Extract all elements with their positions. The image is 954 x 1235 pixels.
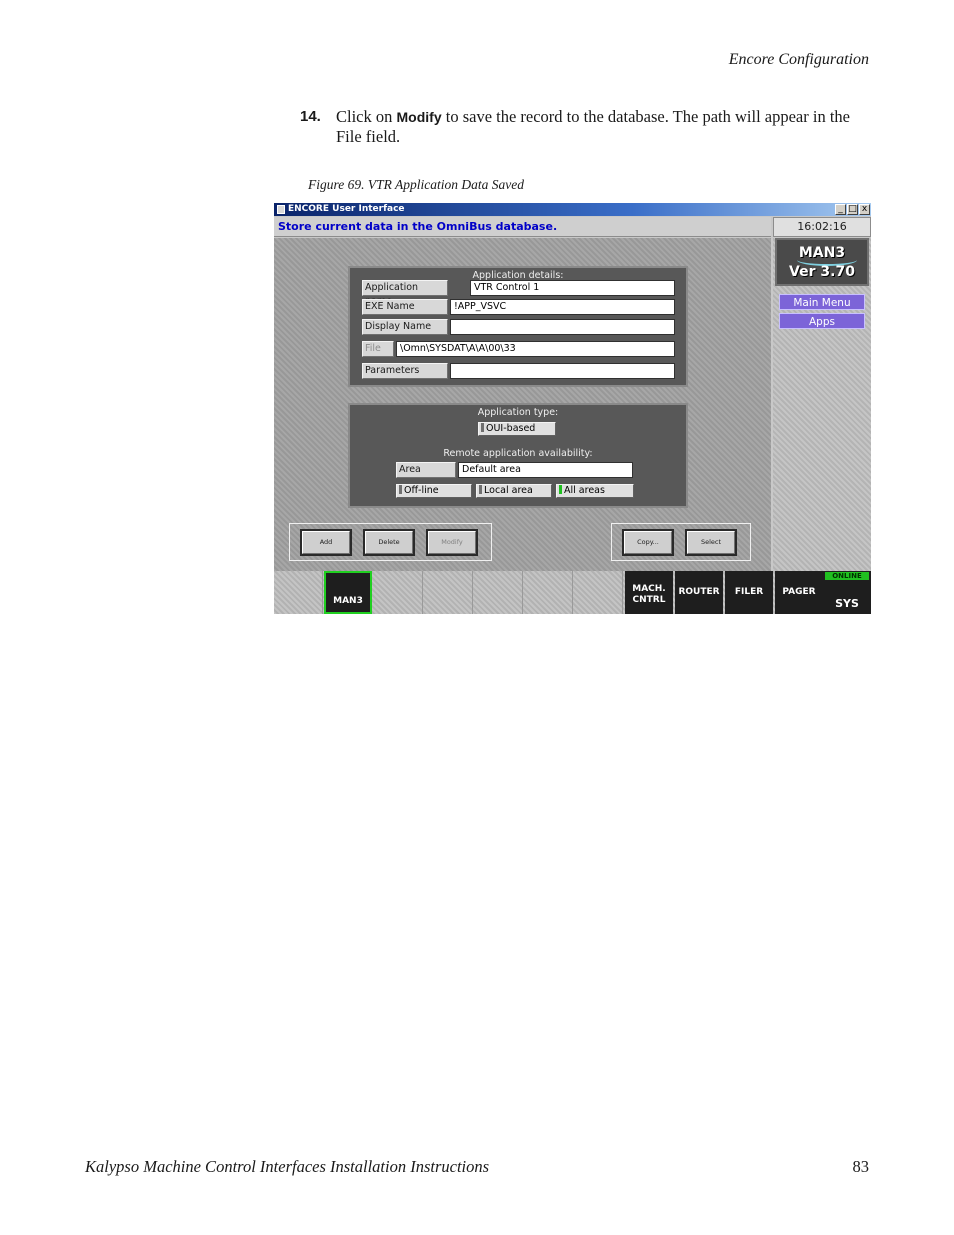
nav-pager[interactable]: PAGER	[775, 571, 823, 614]
minimize-button[interactable]: _	[835, 204, 846, 215]
parameters-label: Parameters	[362, 363, 448, 379]
area-label: Area	[396, 462, 456, 478]
maximize-button[interactable]: □	[847, 204, 858, 215]
step-number: 14.	[300, 108, 321, 125]
nav-man3[interactable]: MAN3	[324, 571, 372, 614]
all-areas-option[interactable]: All areas	[556, 484, 634, 498]
step-text-before: Click on	[336, 107, 397, 126]
nav-filer[interactable]: FILER	[725, 571, 773, 614]
add-button[interactable]: Add	[300, 529, 352, 556]
application-details-panel: Application details: Application name VT…	[348, 266, 688, 387]
nav-mach-cntrl-label: MACH. CNTRL	[632, 584, 666, 605]
empty-slot	[524, 571, 573, 614]
application-name-label: Application name	[362, 280, 448, 307]
empty-slot	[574, 571, 623, 614]
modify-button-label: Modify	[428, 531, 476, 554]
apps-button[interactable]: Apps	[779, 313, 865, 329]
oui-based-label: OUI-based	[486, 423, 536, 434]
footer-title: Kalypso Machine Control Interfaces Insta…	[85, 1157, 490, 1176]
off-line-option[interactable]: Off-line	[396, 484, 472, 498]
nav-pager-label: PAGER	[782, 587, 816, 597]
application-name-field[interactable]: VTR Control 1	[470, 280, 675, 296]
add-button-label: Add	[302, 531, 350, 554]
off-line-indicator	[399, 485, 402, 494]
running-header: Encore Configuration	[728, 51, 869, 68]
oui-based-indicator	[481, 423, 484, 432]
oui-based-option[interactable]: OUI-based	[478, 422, 556, 436]
copy-button-label: Copy...	[624, 531, 672, 554]
encore-window: ENCORE User Interface _ □ x Store curren…	[274, 203, 871, 614]
local-area-indicator	[479, 485, 482, 494]
clock: 16:02:16	[773, 217, 871, 237]
main-area: Application details: Application name VT…	[274, 238, 771, 571]
delete-button-label: Delete	[365, 531, 413, 554]
bottom-nav: MAN3 MACH. CNTRL ROUTER FILER PAGER ONLI…	[274, 571, 871, 614]
record-buttons-group: Add Delete Modify	[289, 523, 492, 561]
display-name-label: Display Name	[362, 319, 448, 335]
local-area-label: Local area	[484, 485, 533, 496]
empty-slot	[424, 571, 473, 614]
app-icon	[277, 205, 285, 214]
select-button[interactable]: Select	[685, 529, 737, 556]
step-text: Click on Modify to save the record to th…	[336, 107, 871, 147]
nav-router-label: ROUTER	[678, 587, 720, 597]
exe-name-field[interactable]: !APP_VSVC	[450, 299, 675, 315]
nav-mach-cntrl[interactable]: MACH. CNTRL	[625, 571, 673, 614]
nav-man3-label: MAN3	[333, 596, 363, 606]
modify-button[interactable]: Modify	[426, 529, 478, 556]
file-field[interactable]: \Omn\SYSDAT\A\A\00\33	[396, 341, 675, 357]
modify-keyword: Modify	[396, 109, 442, 125]
delete-button[interactable]: Delete	[363, 529, 415, 556]
copy-button[interactable]: Copy...	[622, 529, 674, 556]
file-label: File	[362, 341, 394, 357]
page-number: 83	[852, 1157, 870, 1176]
application-type-title: Application type:	[477, 407, 559, 418]
nav-router[interactable]: ROUTER	[675, 571, 723, 614]
status-message: Store current data in the OmniBus databa…	[274, 217, 771, 237]
area-field[interactable]: Default area	[458, 462, 633, 478]
main-menu-button[interactable]: Main Menu	[779, 294, 865, 310]
empty-slot	[474, 571, 523, 614]
nav-filer-label: FILER	[734, 587, 764, 597]
display-name-field[interactable]	[450, 319, 675, 335]
off-line-label: Off-line	[404, 485, 439, 496]
sidebar: MAN3 Ver 3.70 Main Menu Apps	[773, 238, 871, 571]
select-button-label: Select	[687, 531, 735, 554]
all-areas-indicator	[559, 485, 562, 494]
empty-slot	[374, 571, 423, 614]
nav-sys[interactable]: ONLINE SYS	[823, 571, 871, 614]
application-type-panel: Application type: OUI-based Remote appli…	[348, 403, 688, 508]
local-area-option[interactable]: Local area	[476, 484, 552, 498]
online-badge: ONLINE	[825, 572, 869, 580]
remote-availability-title: Remote application availability:	[443, 448, 593, 459]
title-bar: ENCORE User Interface _ □ x	[274, 203, 871, 216]
window-title: ENCORE User Interface	[288, 204, 405, 214]
select-buttons-group: Copy... Select	[611, 523, 751, 561]
nav-sys-label: SYS	[835, 597, 859, 610]
man3-logo: MAN3 Ver 3.70	[775, 238, 869, 286]
window-controls: _ □ x	[835, 204, 870, 215]
logo-version: Ver 3.70	[789, 264, 855, 280]
exe-name-label: EXE Name	[362, 299, 448, 315]
all-areas-label: All areas	[564, 485, 605, 496]
close-button[interactable]: x	[859, 204, 870, 215]
parameters-field[interactable]	[450, 363, 675, 379]
figure-caption: Figure 69. VTR Application Data Saved	[308, 177, 524, 192]
empty-slot	[274, 571, 323, 614]
